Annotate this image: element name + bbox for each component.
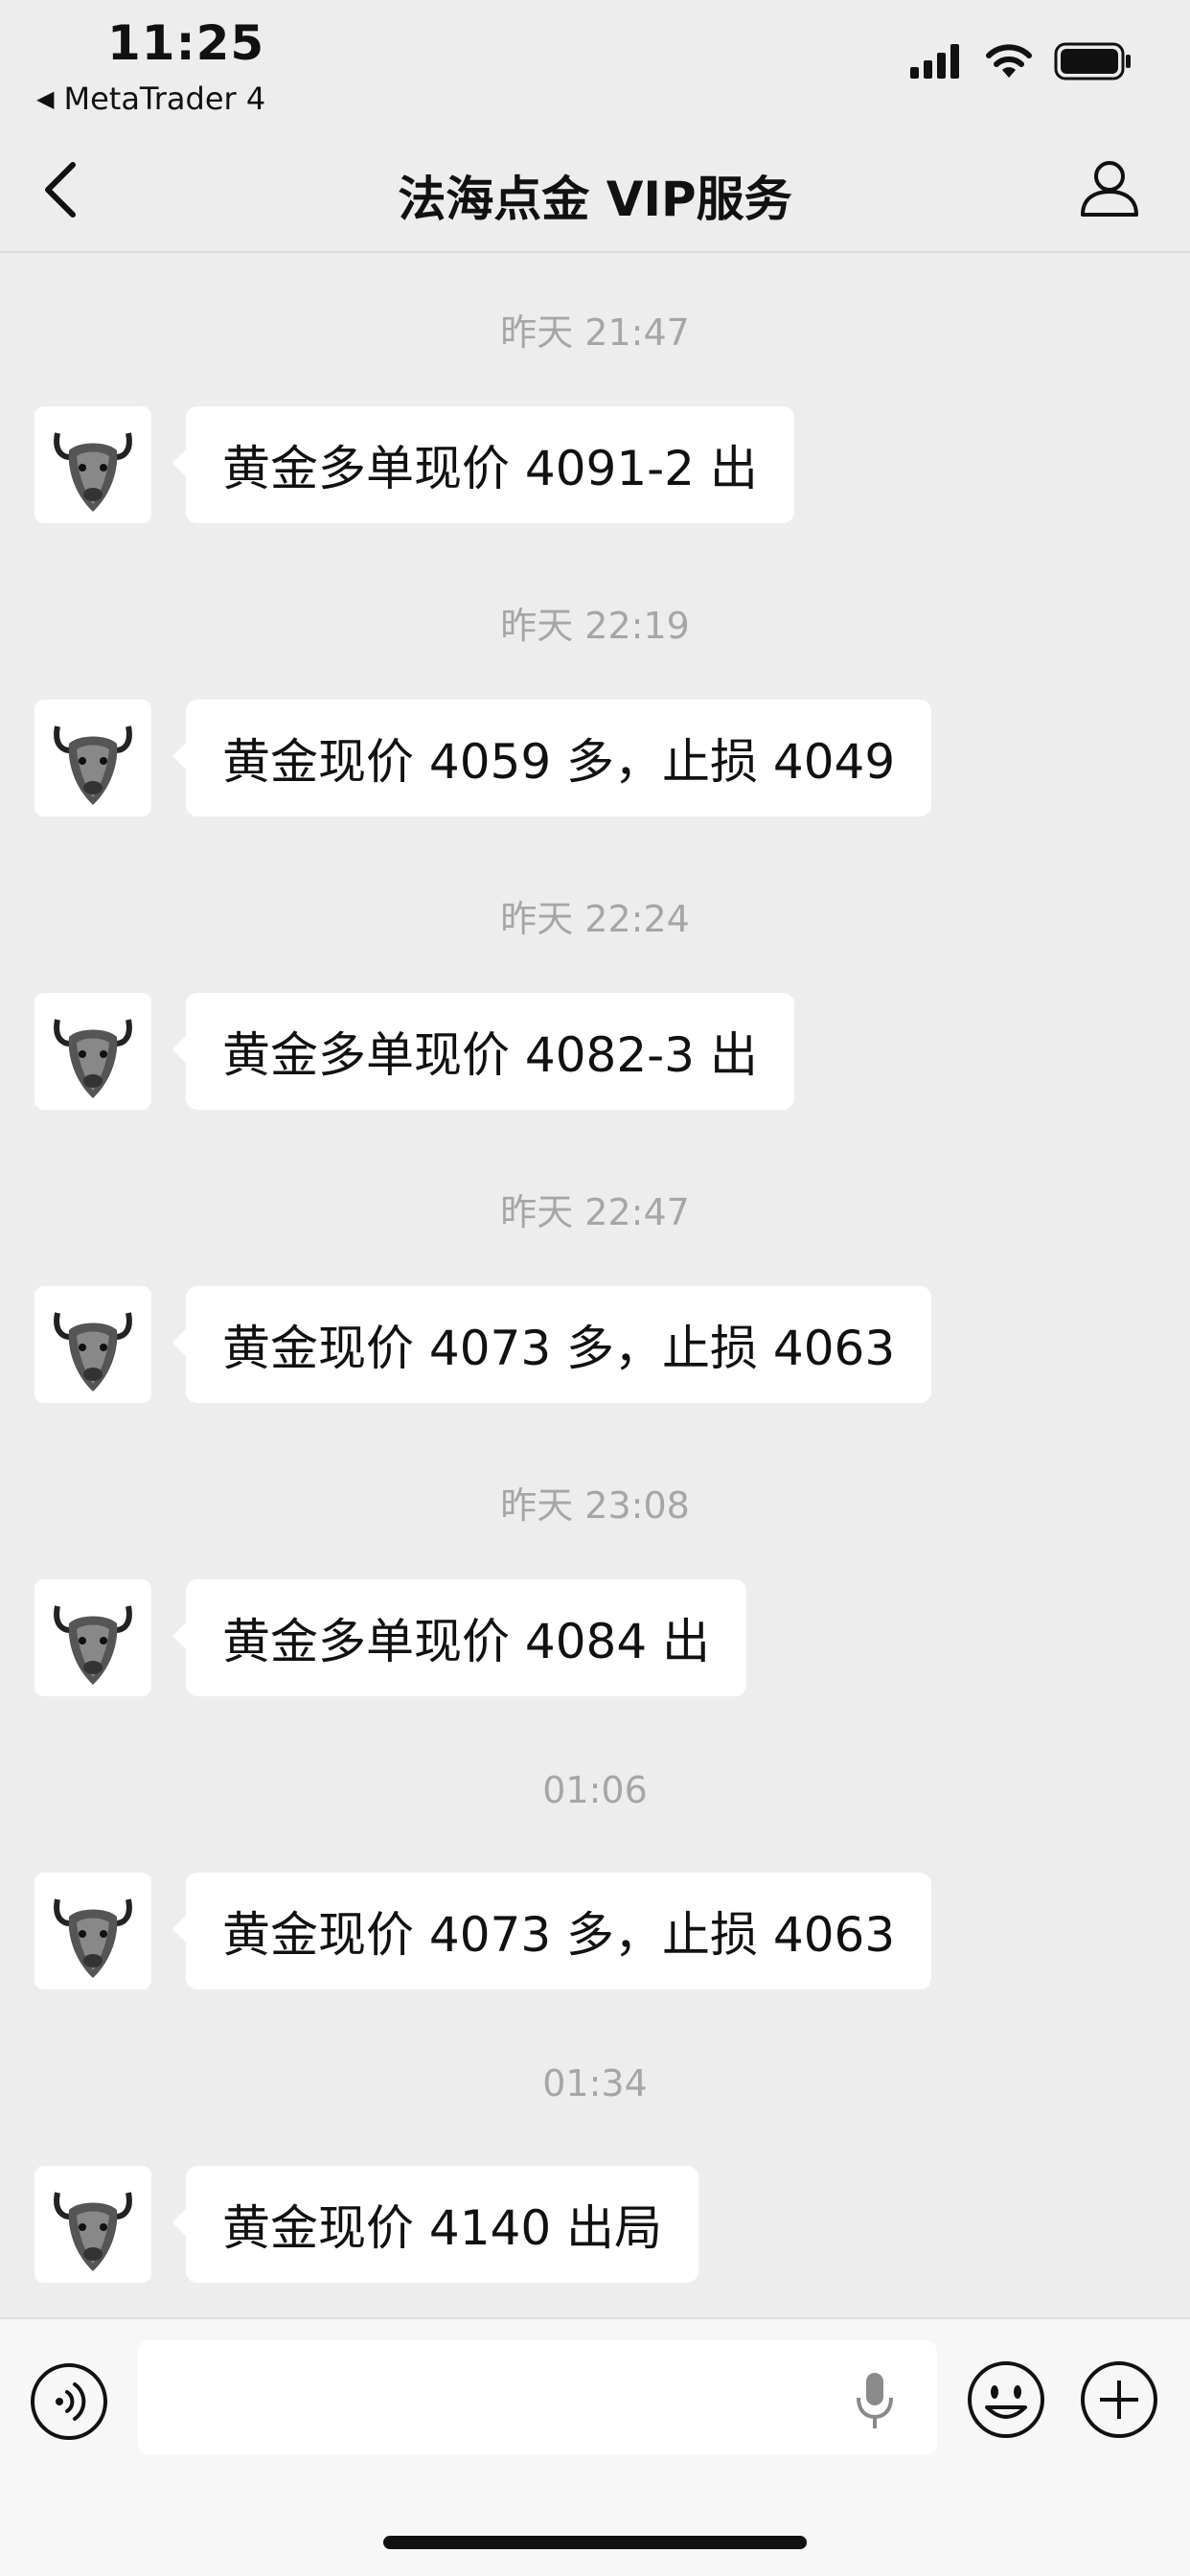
message-row: 黄金多单现价 4084 出 xyxy=(34,1579,747,1696)
voice-icon[interactable] xyxy=(29,2361,109,2442)
message-list[interactable]: 昨天 21:47 黄金多单现价 4091-2 出 昨天 22:19 黄金现价 4… xyxy=(0,255,1190,2317)
status-bar: 11:25 ◀ MetaTrader 4 xyxy=(0,0,1190,125)
bull-head-avatar-icon xyxy=(54,1898,132,1978)
bull-head-avatar-icon xyxy=(54,1019,132,1098)
message-timestamp: 01:06 xyxy=(542,1769,648,1811)
message-text: 黄金现价 4140 出局 xyxy=(222,2200,663,2256)
message-input[interactable] xyxy=(138,2340,937,2455)
nav-bar: 法海点金 VIP服务 xyxy=(0,125,1190,253)
battery-icon xyxy=(1054,42,1131,80)
sender-avatar[interactable] xyxy=(34,1286,151,1403)
status-icons xyxy=(910,42,1133,80)
back-triangle-icon: ◀ xyxy=(36,85,55,112)
sender-avatar[interactable] xyxy=(34,2166,151,2283)
plus-icon[interactable] xyxy=(1079,2359,1159,2440)
sender-avatar[interactable] xyxy=(34,700,151,816)
message-timestamp: 01:34 xyxy=(542,2062,648,2104)
person-icon[interactable] xyxy=(1079,157,1140,218)
message-bubble[interactable]: 黄金现价 4140 出局 xyxy=(172,2166,699,2283)
message-text: 黄金现价 4073 多，止损 4063 xyxy=(222,1907,896,1963)
message-text: 黄金多单现价 4084 出 xyxy=(222,1614,711,1669)
chat-screen: 11:25 ◀ MetaTrader 4 法海点金 VIP服务 昨天 21:47… xyxy=(0,0,1190,2576)
message-row: 黄金现价 4073 多，止损 4063 xyxy=(34,1286,932,1403)
chat-title: 法海点金 VIP服务 xyxy=(398,172,792,227)
message-text: 黄金现价 4059 多，止损 4049 xyxy=(222,734,896,790)
back-app-label: MetaTrader 4 xyxy=(63,80,266,117)
home-indicator[interactable] xyxy=(383,2536,807,2549)
back-to-app-link[interactable]: ◀ MetaTrader 4 xyxy=(36,80,265,117)
bull-head-avatar-icon xyxy=(54,1312,132,1392)
message-text: 黄金多单现价 4091-2 出 xyxy=(222,441,758,496)
message-row: 黄金现价 4073 多，止损 4063 xyxy=(34,1873,932,1990)
sender-avatar[interactable] xyxy=(34,1579,151,1696)
message-timestamp: 昨天 22:24 xyxy=(500,898,690,940)
wifi-icon xyxy=(986,44,1032,78)
message-timestamp: 昨天 23:08 xyxy=(500,1484,690,1527)
bull-head-avatar-icon xyxy=(54,1605,132,1685)
bull-head-avatar-icon xyxy=(54,432,132,512)
message-bubble[interactable]: 黄金多单现价 4082-3 出 xyxy=(172,993,794,1110)
sender-avatar[interactable] xyxy=(34,993,151,1110)
status-time: 11:25 xyxy=(107,15,265,71)
sender-avatar[interactable] xyxy=(34,1873,151,1990)
message-row: 黄金多单现价 4082-3 出 xyxy=(34,993,794,1110)
sender-avatar[interactable] xyxy=(34,406,151,523)
microphone-icon[interactable] xyxy=(851,2369,899,2432)
message-bubble[interactable]: 黄金多单现价 4091-2 出 xyxy=(172,406,794,523)
emoji-icon[interactable] xyxy=(966,2359,1046,2440)
message-bubble[interactable]: 黄金多单现价 4084 出 xyxy=(172,1579,747,1696)
message-bubble[interactable]: 黄金现价 4073 多，止损 4063 xyxy=(172,1873,932,1990)
message-bubble[interactable]: 黄金现价 4073 多，止损 4063 xyxy=(172,1286,932,1403)
message-timestamp: 昨天 21:47 xyxy=(500,311,690,354)
message-row: 黄金现价 4059 多，止损 4049 xyxy=(34,700,932,816)
bull-head-avatar-icon xyxy=(54,725,132,805)
message-text: 黄金多单现价 4082-3 出 xyxy=(222,1027,758,1083)
message-row: 黄金现价 4140 出局 xyxy=(34,2166,699,2283)
message-timestamp: 昨天 22:19 xyxy=(500,605,690,647)
message-bubble[interactable]: 黄金现价 4059 多，止损 4049 xyxy=(172,700,932,816)
message-timestamp: 昨天 22:47 xyxy=(500,1191,690,1233)
cellular-signal-icon xyxy=(910,44,959,79)
message-text: 黄金现价 4073 多，止损 4063 xyxy=(222,1321,896,1376)
bull-head-avatar-icon xyxy=(54,2192,132,2271)
message-row: 黄金多单现价 4091-2 出 xyxy=(34,406,794,523)
